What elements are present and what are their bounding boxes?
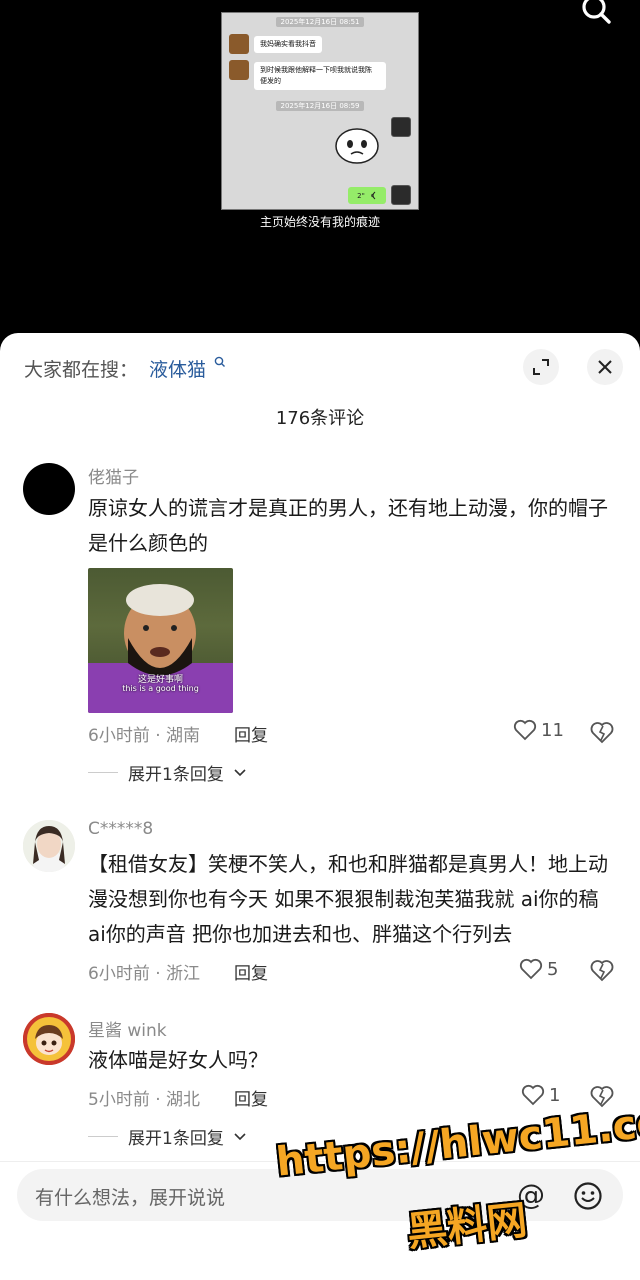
- reply-button[interactable]: 回复: [234, 959, 268, 984]
- chat-timestamp: 2025年12月16日 08:51: [222, 17, 418, 27]
- comment-text: 液体喵是好女人吗？: [88, 1048, 268, 1072]
- close-button[interactable]: [587, 349, 623, 385]
- heart-icon: [521, 1084, 545, 1106]
- comment-text: 原谅女人的谎言才是真正的男人，还有地上动漫，你的帽子是什么颜色的: [88, 496, 608, 555]
- comment-meta: 6小时前 · 浙江: [88, 964, 201, 984]
- comment-text: 【租借女友】笑梗不笑人，和也和胖猫都是真男人！地上动漫没想到你也有今天 如果不狠…: [88, 852, 608, 946]
- comment-username[interactable]: 星酱 wink: [88, 1016, 167, 1041]
- trending-label: 大家都在搜：: [24, 359, 139, 381]
- like-button[interactable]: 1: [521, 1084, 560, 1106]
- avatar[interactable]: [23, 463, 75, 515]
- broken-heart-icon[interactable]: [589, 719, 615, 745]
- chat-screenshot: 2025年12月16日 08:51 我妈确实看我抖音 到时候我跟他解释一下呗我就…: [221, 12, 419, 210]
- search-icon[interactable]: [214, 356, 226, 370]
- reply-button[interactable]: 回复: [234, 721, 268, 746]
- divider: [88, 1136, 118, 1137]
- comment-count: 176条评论: [275, 408, 365, 429]
- like-button[interactable]: 5: [519, 958, 558, 980]
- avatar[interactable]: [23, 820, 75, 872]
- expand-icon: [533, 359, 549, 375]
- video-player[interactable]: 2025年12月16日 08:51 我妈确实看我抖音 到时候我跟他解释一下呗我就…: [0, 0, 640, 345]
- expand-replies-button[interactable]: 展开1条回复: [88, 1124, 246, 1149]
- avatar-image: [23, 820, 75, 872]
- comment-username[interactable]: 佬猫子: [88, 463, 139, 488]
- comment-username[interactable]: C*****8: [88, 819, 153, 839]
- comment-image[interactable]: 这是好事啊 this is a good thing: [88, 568, 233, 713]
- video-caption: 主页始终没有我的痕迹: [259, 215, 380, 229]
- image-caption: this is a good thing: [122, 684, 199, 693]
- heart-icon: [513, 719, 537, 741]
- broken-heart-icon[interactable]: [589, 957, 615, 983]
- voice-wave-icon: [371, 191, 376, 200]
- chevron-down-icon: [234, 768, 246, 776]
- heart-icon: [519, 958, 543, 980]
- close-icon: [598, 360, 612, 374]
- chat-message: 到时候我跟他解释一下呗我就说我陈 便发的: [254, 62, 386, 90]
- like-count: 1: [549, 1084, 561, 1106]
- comment-meta: 6小时前 · 湖南: [88, 726, 201, 746]
- expand-replies-button[interactable]: 展开1条回复: [88, 760, 246, 785]
- chevron-down-icon: [234, 1132, 246, 1140]
- like-button[interactable]: 11: [513, 719, 564, 741]
- comment-meta: 5小时前 · 湖北: [88, 1090, 201, 1110]
- chat-message: 我妈确实看我抖音: [254, 36, 322, 53]
- like-count: 5: [547, 958, 559, 980]
- divider: [88, 772, 118, 773]
- expand-button[interactable]: [523, 349, 559, 385]
- sheet-header: 大家都在搜： 液体猫 176条评论: [0, 333, 640, 429]
- chat-avatar: [391, 117, 411, 137]
- chat-avatar: [391, 185, 411, 205]
- sticker-face-icon: [335, 128, 379, 164]
- search-button[interactable]: [578, 0, 618, 30]
- avatar[interactable]: [23, 1013, 75, 1065]
- comment-input-placeholder: 有什么想法，展开说说: [35, 1187, 226, 1209]
- reply-button[interactable]: 回复: [234, 1085, 268, 1110]
- like-count: 11: [541, 719, 564, 741]
- trending-search-link[interactable]: 液体猫: [149, 355, 206, 382]
- voice-message: 2": [348, 187, 386, 204]
- chat-avatar: [229, 60, 249, 80]
- avatar-image: [23, 1013, 75, 1065]
- search-icon: [582, 0, 611, 24]
- chat-timestamp: 2025年12月16日 08:59: [222, 101, 418, 111]
- chat-avatar: [229, 34, 249, 54]
- emoji-icon[interactable]: [573, 1181, 603, 1211]
